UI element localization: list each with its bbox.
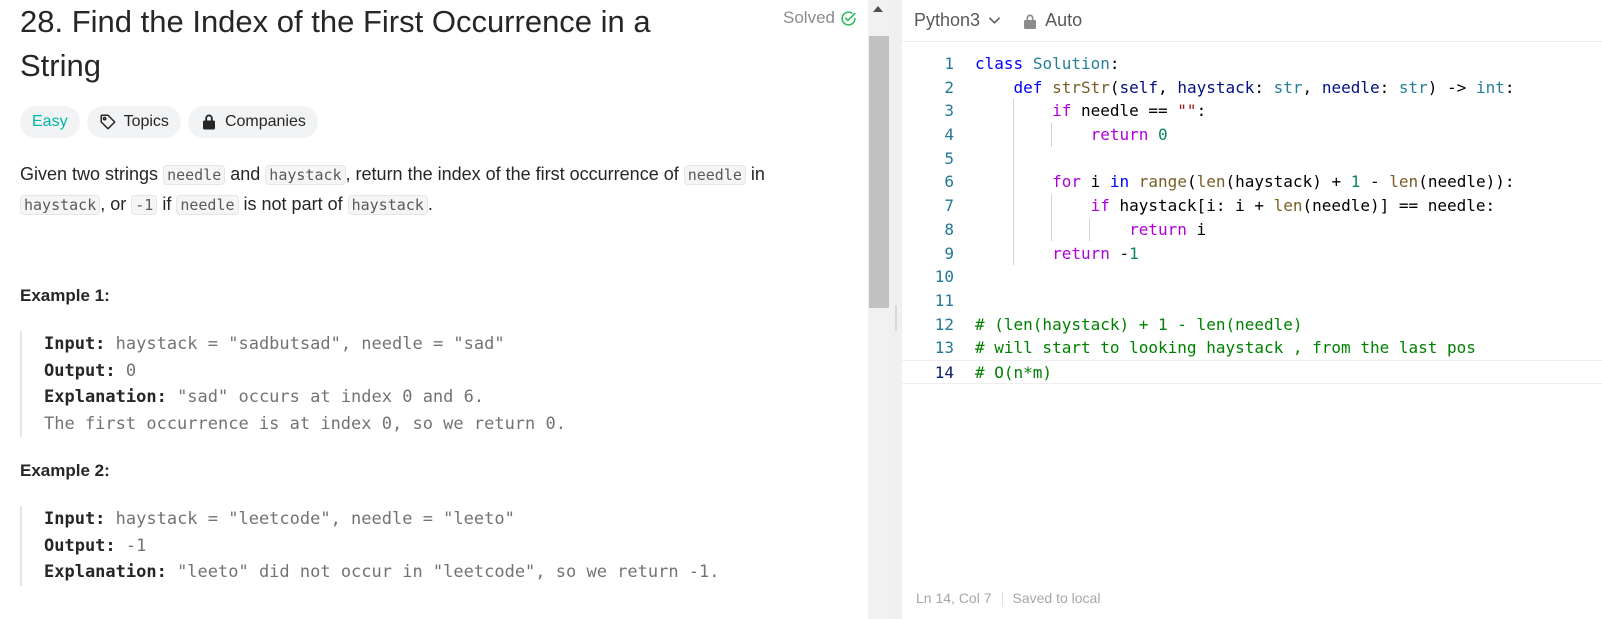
problem-panel: 28. Find the Index of the First Occurren…: [0, 0, 885, 619]
example-1-title: Example 1:: [20, 286, 110, 305]
companies-label: Companies: [224, 113, 306, 130]
language-select[interactable]: Python3: [914, 10, 1001, 31]
inline-code: haystack: [20, 195, 101, 215]
code-editor[interactable]: 1 class Solution: 2 def strStr(self, hays…: [902, 52, 1602, 384]
code-line: 6 for i in range(len(haystack) + 1 - len…: [944, 172, 1515, 192]
inline-code: needle: [683, 165, 746, 185]
editor-toolbar: Python3 Auto: [902, 0, 1602, 42]
companies-button[interactable]: Companies: [187, 106, 318, 138]
lock-icon: [1024, 14, 1037, 29]
page-title: 28. Find the Index of the First Occurren…: [20, 4, 651, 83]
difficulty-label: Easy: [32, 113, 68, 130]
status-divider: [1001, 592, 1003, 606]
scrollbar-thumb[interactable]: [869, 36, 889, 308]
code-line: 10: [934, 267, 954, 287]
topics-button[interactable]: Topics: [86, 106, 181, 138]
inline-code: needle: [163, 165, 226, 185]
problem-description: Given two strings needle and haystack, r…: [20, 164, 765, 215]
code-line: 13 # will start to looking haystack , fro…: [934, 338, 1476, 358]
code-line: 4 return 0: [944, 125, 1168, 145]
save-status: Saved to local: [1012, 590, 1101, 606]
example-1-block: Input: haystack = "sadbutsad", needle = …: [20, 331, 840, 437]
code-line: 11: [934, 290, 954, 310]
example-2-title: Example 2:: [20, 461, 110, 480]
inline-code: haystack: [265, 165, 346, 185]
code-line: 2 def strStr(self, haystack: str, needle…: [944, 77, 1515, 97]
auto-mode-toggle[interactable]: Auto: [1023, 10, 1082, 31]
lock-icon: [202, 114, 215, 130]
inline-code: haystack: [347, 195, 428, 215]
solved-label: Solved: [783, 8, 835, 27]
example-2-block: Input: haystack = "leetcode", needle = "…: [20, 506, 840, 586]
editor-statusbar: Ln 14, Col 7 Saved to local: [916, 590, 1100, 606]
auto-mode-label: Auto: [1045, 10, 1083, 30]
check-circle-icon: [841, 10, 856, 26]
code-line: 9 return -1: [944, 243, 1139, 263]
code-line: 7 if haystack[i: i + len(needle)] == nee…: [944, 196, 1496, 216]
difficulty-badge[interactable]: Easy: [20, 106, 80, 138]
code-line: 12 # (len(haystack) + 1 - len(needle): [934, 314, 1303, 334]
inline-code: -1: [131, 195, 158, 215]
tag-row: Easy Topics Companies: [20, 106, 318, 138]
topics-label: Topics: [123, 113, 169, 130]
code-line: 8 return i: [944, 219, 1207, 239]
code-line-current: 14 # O(n*m): [902, 359, 1602, 384]
inline-code: needle: [176, 195, 239, 215]
language-label: Python3: [914, 10, 981, 30]
chevron-down-icon: [989, 17, 1000, 24]
code-line: 1 class Solution:: [944, 54, 1120, 73]
cursor-position: Ln 14, Col 7: [916, 590, 992, 606]
resize-handle[interactable]: [895, 305, 897, 331]
code-line: 3 if needle == "":: [944, 101, 1207, 121]
code-line: 5: [944, 148, 954, 168]
tag-icon: [100, 114, 116, 130]
editor-panel: Python3 Auto 1 class Solution: 2 def strS…: [902, 0, 1602, 619]
scroll-up-arrow-icon[interactable]: [873, 6, 883, 12]
solved-badge[interactable]: Solved: [783, 8, 857, 28]
